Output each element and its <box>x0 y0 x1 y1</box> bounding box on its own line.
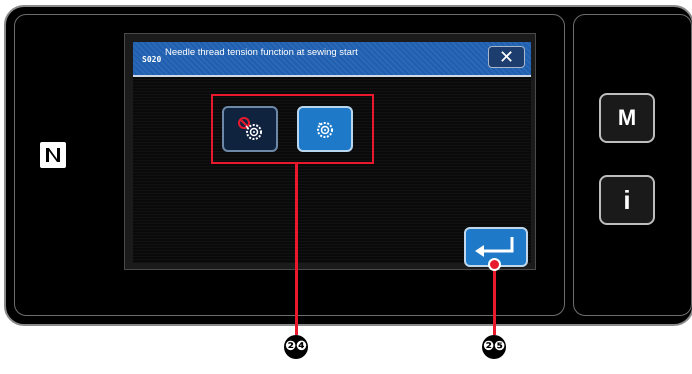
menu-button[interactable]: M <box>599 93 655 143</box>
callout-line-enter <box>493 264 496 335</box>
tension-off-button[interactable] <box>222 106 278 152</box>
dialog-title: Needle thread tension function at sewing… <box>165 47 358 58</box>
callout-number-options: ❷❹ <box>284 335 308 359</box>
info-button[interactable]: i <box>599 175 655 225</box>
close-icon: ✕ <box>498 47 515 67</box>
nfc-icon <box>40 142 66 168</box>
callout-number-enter: ❷❺ <box>482 335 506 359</box>
close-button[interactable]: ✕ <box>488 46 525 68</box>
callout-dot-enter <box>488 258 501 271</box>
thread-tension-icon <box>317 122 333 138</box>
setting-code: S020 <box>142 55 162 64</box>
tension-on-button[interactable] <box>297 106 353 152</box>
callout-line-options <box>295 162 298 335</box>
dialog-title-bar: S020 Needle thread tension function at s… <box>133 42 531 77</box>
thread-tension-disabled-icon <box>238 117 262 140</box>
side-button-panel <box>573 14 692 316</box>
